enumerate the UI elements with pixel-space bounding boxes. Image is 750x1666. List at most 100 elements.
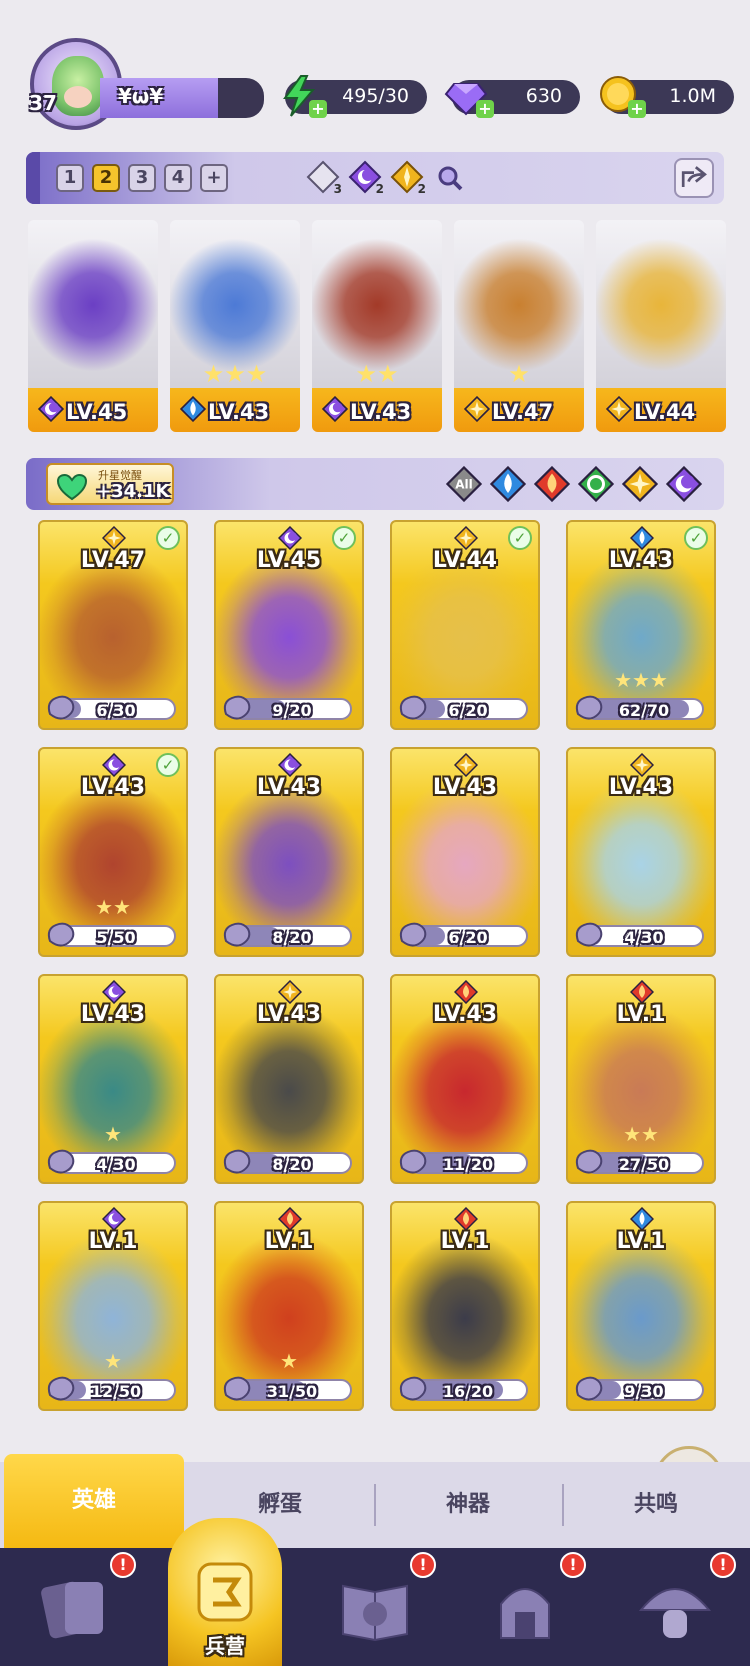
hero-level: LV.1 [616, 1229, 666, 1254]
shard-icon [572, 1373, 606, 1405]
sub-tabs: 英雄 孵蛋 神器 共鸣 [0, 1454, 750, 1548]
team-bar-edge [26, 152, 40, 204]
in-team-check-icon: ✓ [156, 526, 180, 550]
hero-card[interactable]: ✓ LV.43 ★★★ 62/70 [566, 520, 716, 730]
hero-card[interactable]: LV.43 4/30 [566, 747, 716, 957]
hero-card[interactable]: ✓ LV.44 6/20 [390, 520, 540, 730]
energy-plus-icon[interactable]: + [309, 100, 327, 118]
moon-element-icon [37, 395, 65, 423]
nav-mushroom[interactable]: ! [600, 1548, 750, 1666]
team-hero-portrait [596, 220, 726, 390]
mushroom-icon [638, 1588, 712, 1638]
tab-resonance[interactable]: 共鸣 [566, 1462, 746, 1548]
hero-card[interactable]: ✓ LV.43 ★★ 5/50 [38, 747, 188, 957]
moon-element-icon [321, 395, 349, 423]
hero-card[interactable]: LV.43 ★ 4/30 [38, 974, 188, 1184]
book-icon [342, 1584, 408, 1642]
shard-icon [396, 919, 430, 951]
hero-stars: ★ [104, 1122, 122, 1146]
gold-resource[interactable]: + 1.0M [600, 76, 734, 118]
light-element-icon [629, 752, 655, 778]
shard-icon [220, 1373, 254, 1405]
hero-stars: ★★★ [614, 668, 668, 692]
team-hero-card[interactable]: ★ LV.47 [454, 220, 584, 432]
gold-value: 1.0M [669, 85, 716, 107]
team-count-light: 2 [390, 160, 426, 196]
tab-divider [562, 1484, 564, 1526]
team-hero-level: LV.45 [66, 400, 128, 424]
filter-moon-button[interactable] [665, 465, 703, 503]
nav-barracks-label: 兵营 [205, 1634, 245, 1658]
team-hero-card[interactable]: LV.44 [596, 220, 726, 432]
hero-level: LV.43 [256, 1002, 322, 1027]
fire-element-icon [533, 465, 571, 506]
filter-light-button[interactable] [621, 465, 659, 503]
hero-card[interactable]: LV.1 ★ 12/50 [38, 1201, 188, 1411]
hero-card[interactable]: LV.43 11/20 [390, 974, 540, 1184]
team-tab-2[interactable]: 2 [92, 164, 120, 192]
hero-portrait [392, 1010, 538, 1158]
hero-card[interactable]: LV.43 6/20 [390, 747, 540, 957]
hero-card[interactable]: LV.1 16/20 [390, 1201, 540, 1411]
gems-value: 630 [525, 85, 562, 107]
team-tab-1[interactable]: 1 [56, 164, 84, 192]
gems-resource[interactable]: + 630 [444, 80, 580, 118]
filter-all-button[interactable]: All [445, 465, 483, 503]
water-element-icon [629, 1206, 655, 1232]
nav-temple[interactable]: ! [450, 1548, 600, 1666]
energy-resource[interactable]: + 495/30 [283, 75, 427, 118]
hero-card[interactable]: LV.43 8/20 [214, 747, 364, 957]
moon-element-icon [277, 525, 303, 551]
hero-stars: ★★ [95, 895, 131, 919]
light-element-icon [463, 395, 491, 423]
light-element-icon [277, 979, 303, 1005]
filter-nature-button[interactable] [577, 465, 615, 503]
team-hero-card[interactable]: ★★ LV.43 [312, 220, 442, 432]
gold-plus-icon[interactable]: + [628, 100, 646, 118]
heart-icon [56, 473, 88, 501]
tab-divider [374, 1484, 376, 1526]
team-tab-4[interactable]: 4 [164, 164, 192, 192]
hero-card[interactable]: LV.1 9/30 [566, 1201, 716, 1411]
gems-plus-icon[interactable]: + [476, 100, 494, 118]
team-hero-card[interactable]: LV.45 [28, 220, 158, 432]
team-tab-add[interactable]: + [200, 164, 228, 192]
filter-fire-button[interactable] [533, 465, 571, 503]
fire-element-icon [277, 1206, 303, 1232]
hero-level: LV.47 [80, 548, 146, 573]
team-hero-level: LV.43 [350, 400, 412, 424]
share-icon [681, 166, 707, 187]
light-element-icon [621, 465, 659, 506]
team-hero-level: LV.44 [634, 400, 696, 424]
moon-element-icon [101, 752, 127, 778]
nav-barracks[interactable]: 兵营 [150, 1518, 300, 1666]
team-hero-card[interactable]: ★★★ LV.43 [170, 220, 300, 432]
hero-portrait [40, 556, 186, 704]
energy-value: 495/30 [342, 85, 409, 107]
awaken-bonus[interactable]: 升星觉醒 +34.1K [46, 463, 174, 505]
nav-cards[interactable]: ! [0, 1548, 150, 1666]
team-hero-stars: ★★★ [202, 360, 268, 388]
fire-element-icon [453, 1206, 479, 1232]
hero-card[interactable]: LV.43 8/20 [214, 974, 364, 1184]
water-element-icon [489, 465, 527, 506]
shard-icon [572, 919, 606, 951]
hero-card[interactable]: LV.1 ★ 31/50 [214, 1201, 364, 1411]
search-icon[interactable] [436, 164, 464, 192]
hero-card[interactable]: ✓ LV.47 6/30 [38, 520, 188, 730]
hero-card[interactable]: ✓ LV.45 9/20 [214, 520, 364, 730]
light-element-icon [605, 395, 633, 423]
tab-artifacts[interactable]: 神器 [378, 1462, 558, 1548]
hero-card[interactable]: LV.1 ★★ 27/50 [566, 974, 716, 1184]
hero-level: LV.43 [608, 775, 674, 800]
share-button[interactable] [674, 158, 714, 198]
nav-map-alert: ! [410, 1552, 436, 1578]
hero-level: LV.43 [432, 1002, 498, 1027]
team-count-light-value: 2 [417, 182, 426, 196]
shard-icon [396, 1146, 430, 1178]
nav-map[interactable]: ! [300, 1548, 450, 1666]
hero-level: LV.44 [432, 548, 498, 573]
awaken-value: +34.1K [96, 481, 170, 502]
filter-water-button[interactable] [489, 465, 527, 503]
team-tab-3[interactable]: 3 [128, 164, 156, 192]
